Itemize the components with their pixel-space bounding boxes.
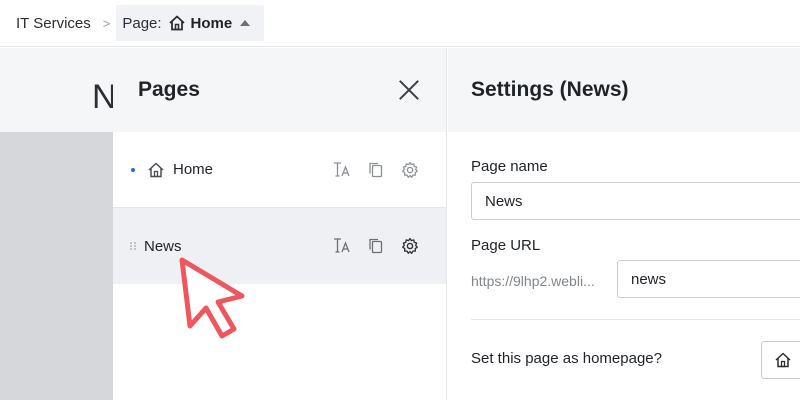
set-homepage-button[interactable]: [761, 341, 800, 379]
pages-panel-title: Pages: [138, 78, 200, 101]
pages-panel: Pages Home News: [113, 48, 447, 400]
page-selector-current: Home: [190, 14, 233, 32]
text-font-icon[interactable]: [332, 236, 352, 256]
settings-divider: [471, 319, 800, 320]
caret-up-icon: [240, 20, 251, 26]
copy-icon[interactable]: [366, 160, 386, 180]
page-selector-button[interactable]: Page: Home: [116, 5, 265, 41]
home-icon: [147, 161, 165, 179]
page-url-label: Page URL: [471, 237, 541, 254]
gear-icon[interactable]: [400, 160, 420, 180]
top-bar: IT Services > Page: Home: [0, 0, 800, 47]
home-icon: [774, 351, 792, 369]
background-header: N: [0, 48, 117, 132]
page-row-home[interactable]: Home: [113, 132, 446, 208]
page-row-actions: [332, 208, 420, 284]
homepage-question: Set this page as homepage?: [471, 350, 662, 367]
page-selector-prefix: Page:: [122, 14, 162, 32]
gear-icon[interactable]: [400, 236, 420, 256]
settings-panel: Settings (News) Page name News Page URL …: [448, 48, 800, 400]
home-icon: [168, 14, 186, 32]
close-icon[interactable]: [398, 79, 420, 101]
breadcrumb-separator: >: [102, 15, 111, 31]
page-name-label: Page name: [471, 158, 548, 175]
drag-handle-icon[interactable]: [129, 241, 137, 251]
homepage-indicator-dot: [131, 167, 135, 172]
copy-icon[interactable]: [366, 236, 386, 256]
page-url-input[interactable]: news: [617, 260, 800, 298]
page-name-input[interactable]: News: [471, 182, 800, 220]
page-row-label: News: [144, 237, 182, 255]
background-page: N: [0, 48, 117, 400]
settings-panel-header: Settings (News): [448, 48, 800, 132]
page-row-news[interactable]: News: [113, 208, 446, 284]
page-url-value: news: [631, 270, 667, 288]
pages-panel-header: Pages: [113, 48, 446, 132]
background-content: [0, 132, 113, 400]
breadcrumb-site[interactable]: IT Services: [16, 15, 91, 32]
page-name-value: News: [485, 192, 523, 210]
settings-panel-title: Settings (News): [471, 78, 629, 101]
text-font-icon[interactable]: [332, 160, 352, 180]
page-row-label: Home: [173, 161, 214, 178]
page-row-actions: [332, 132, 420, 207]
page-url-prefix: https://9lhp2.webli...: [471, 273, 595, 289]
